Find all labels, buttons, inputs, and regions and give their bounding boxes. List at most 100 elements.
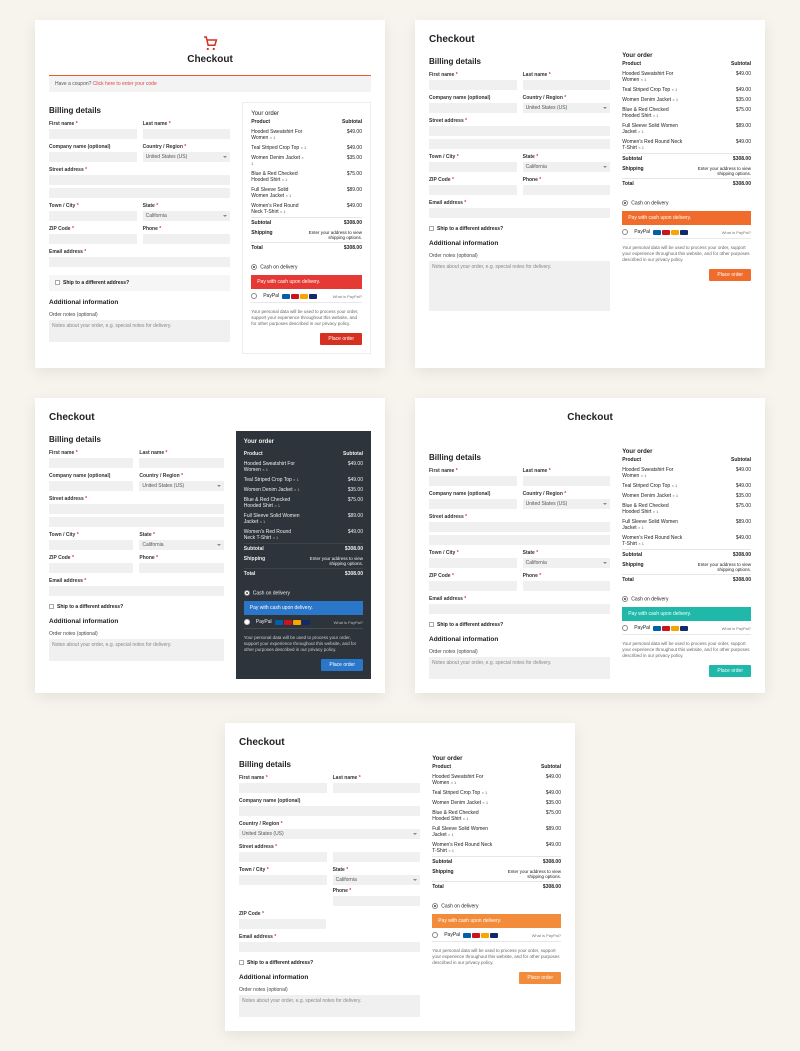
radio-cod[interactable] bbox=[622, 200, 628, 206]
radio-cod[interactable] bbox=[432, 903, 438, 909]
order-notes-textarea[interactable]: Notes about your order, e.g. special not… bbox=[49, 320, 230, 342]
town-input[interactable] bbox=[429, 558, 517, 568]
order-notes-textarea[interactable]: Notes about your order, e.g. special not… bbox=[429, 261, 610, 311]
order-notes-textarea[interactable]: Notes about your order, e.g. special not… bbox=[49, 639, 224, 661]
radio-paypal[interactable] bbox=[244, 619, 250, 625]
street-input-2[interactable] bbox=[333, 852, 421, 862]
country-select[interactable]: United States (US) bbox=[523, 499, 611, 509]
ship-checkbox[interactable] bbox=[55, 280, 60, 285]
payment-paypal[interactable]: PayPal What is PayPal? bbox=[244, 619, 363, 625]
order-notes-textarea[interactable]: Notes about your order, e.g. special not… bbox=[429, 657, 610, 679]
what-is-paypal-link[interactable]: What is PayPal? bbox=[333, 294, 362, 299]
table-row: Teal Striped Crop Top × 1$49.00 bbox=[244, 475, 363, 485]
ship-checkbox[interactable] bbox=[429, 226, 434, 231]
email-input[interactable] bbox=[49, 586, 224, 596]
company-input[interactable] bbox=[429, 499, 517, 509]
place-order-button[interactable]: Place order bbox=[321, 659, 363, 671]
street-input-2[interactable] bbox=[49, 517, 224, 527]
country-select[interactable]: United States (US) bbox=[139, 481, 223, 491]
company-input[interactable] bbox=[49, 152, 137, 162]
zip-input[interactable] bbox=[429, 185, 517, 195]
last-name-input[interactable] bbox=[143, 129, 231, 139]
first-name-input[interactable] bbox=[49, 458, 133, 468]
place-order-button[interactable]: Place order bbox=[519, 972, 561, 984]
payment-cod[interactable]: Cash on delivery bbox=[251, 261, 362, 273]
radio-cod[interactable] bbox=[244, 590, 250, 596]
town-input[interactable] bbox=[429, 162, 517, 172]
street-input-2[interactable] bbox=[429, 139, 610, 149]
state-select[interactable]: California bbox=[333, 875, 421, 885]
ship-checkbox[interactable] bbox=[49, 604, 54, 609]
ship-checkbox[interactable] bbox=[429, 622, 434, 627]
place-order-button[interactable]: Place order bbox=[320, 333, 362, 345]
last-name-input[interactable] bbox=[523, 80, 611, 90]
last-name-input[interactable] bbox=[333, 783, 421, 793]
ship-checkbox[interactable] bbox=[239, 960, 244, 965]
state-select[interactable]: California bbox=[143, 211, 231, 221]
phone-input[interactable] bbox=[143, 234, 231, 244]
payment-cod[interactable]: Cash on delivery bbox=[432, 900, 561, 912]
payment-paypal[interactable]: PayPal What is PayPal? bbox=[251, 293, 362, 299]
town-input[interactable] bbox=[49, 211, 137, 221]
zip-input[interactable] bbox=[239, 919, 326, 929]
company-input[interactable] bbox=[49, 481, 133, 491]
payment-paypal[interactable]: PayPal What is PayPal? bbox=[622, 625, 751, 631]
coupon-link[interactable]: Click here to enter your code bbox=[93, 81, 157, 87]
what-is-paypal-link[interactable]: What is PayPal? bbox=[722, 626, 751, 631]
first-name-input[interactable] bbox=[49, 129, 137, 139]
radio-paypal[interactable] bbox=[622, 625, 628, 631]
payment-paypal[interactable]: PayPal What is PayPal? bbox=[432, 932, 561, 938]
radio-paypal[interactable] bbox=[622, 229, 628, 235]
order-notes-textarea[interactable]: Notes about your order, e.g. special not… bbox=[239, 995, 420, 1017]
phone-input[interactable] bbox=[139, 563, 223, 573]
street-input-2[interactable] bbox=[49, 188, 230, 198]
payment-cod[interactable]: Cash on delivery bbox=[622, 593, 751, 605]
radio-cod[interactable] bbox=[622, 596, 628, 602]
street-input-1[interactable] bbox=[49, 504, 224, 514]
country-select[interactable]: United States (US) bbox=[523, 103, 611, 113]
radio-paypal[interactable] bbox=[251, 293, 257, 299]
place-order-button[interactable]: Place order bbox=[709, 665, 751, 677]
place-order-button[interactable]: Place order bbox=[709, 269, 751, 281]
last-name-input[interactable] bbox=[523, 476, 611, 486]
first-name-input[interactable] bbox=[429, 476, 517, 486]
email-input[interactable] bbox=[429, 604, 610, 614]
email-input[interactable] bbox=[49, 257, 230, 267]
street-input-2[interactable] bbox=[429, 535, 610, 545]
town-input[interactable] bbox=[49, 540, 133, 550]
email-input[interactable] bbox=[239, 942, 420, 952]
ship-different-toggle[interactable]: Ship to a different address? bbox=[49, 275, 230, 291]
street-input-1[interactable] bbox=[429, 522, 610, 532]
phone-input[interactable] bbox=[523, 185, 611, 195]
phone-input[interactable] bbox=[523, 581, 611, 591]
company-input[interactable] bbox=[429, 103, 517, 113]
last-name-input[interactable] bbox=[139, 458, 223, 468]
street-input-1[interactable] bbox=[429, 126, 610, 136]
payment-cod[interactable]: Cash on delivery bbox=[244, 587, 363, 599]
what-is-paypal-link[interactable]: What is PayPal? bbox=[532, 933, 561, 938]
coupon-banner[interactable]: Have a coupon? Click here to enter your … bbox=[49, 75, 371, 92]
what-is-paypal-link[interactable]: What is PayPal? bbox=[334, 620, 363, 625]
table-row: Women's Red Round Neck T-Shirt × 1$49.00 bbox=[622, 137, 751, 154]
street-input-1[interactable] bbox=[239, 852, 327, 862]
first-name-input[interactable] bbox=[239, 783, 327, 793]
phone-input[interactable] bbox=[333, 896, 421, 906]
town-input[interactable] bbox=[239, 875, 327, 885]
first-name-input[interactable] bbox=[429, 80, 517, 90]
state-select[interactable]: California bbox=[139, 540, 223, 550]
zip-input[interactable] bbox=[49, 563, 133, 573]
state-select[interactable]: California bbox=[523, 558, 611, 568]
state-select[interactable]: California bbox=[523, 162, 611, 172]
payment-cod[interactable]: Cash on delivery bbox=[622, 197, 751, 209]
company-input[interactable] bbox=[239, 806, 420, 816]
zip-input[interactable] bbox=[429, 581, 517, 591]
radio-cod[interactable] bbox=[251, 264, 257, 270]
country-select[interactable]: United States (US) bbox=[143, 152, 231, 162]
radio-paypal[interactable] bbox=[432, 932, 438, 938]
what-is-paypal-link[interactable]: What is PayPal? bbox=[722, 230, 751, 235]
street-input-1[interactable] bbox=[49, 175, 230, 185]
country-select[interactable]: United States (US) bbox=[239, 829, 420, 839]
zip-input[interactable] bbox=[49, 234, 137, 244]
payment-paypal[interactable]: PayPal What is PayPal? bbox=[622, 229, 751, 235]
email-input[interactable] bbox=[429, 208, 610, 218]
